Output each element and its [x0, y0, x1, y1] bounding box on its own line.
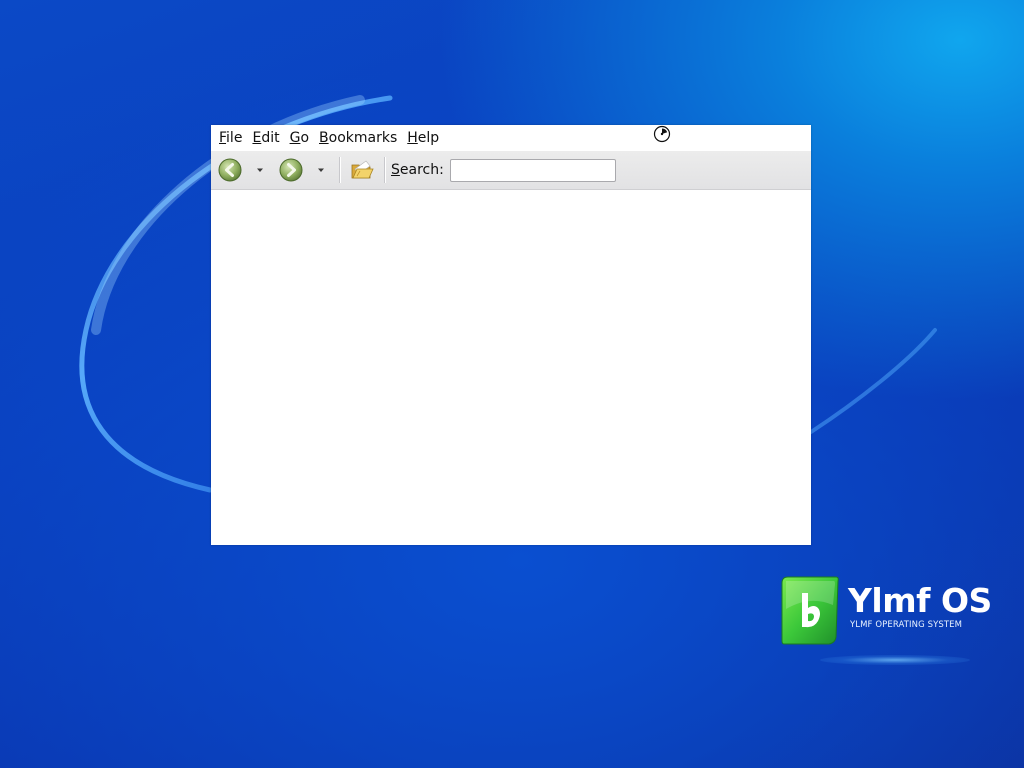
forward-button[interactable]	[279, 158, 303, 182]
back-history-dropdown[interactable]	[254, 158, 266, 182]
search-label: Search:	[391, 162, 444, 178]
forward-history-dropdown[interactable]	[315, 158, 327, 182]
menu-file[interactable]: File	[211, 125, 247, 151]
file-view-area[interactable]	[211, 190, 811, 545]
menu-bar: File Edit Go Bookmarks Help	[211, 125, 811, 151]
chevron-down-icon	[257, 168, 263, 172]
file-manager-window[interactable]: File Edit Go Bookmarks Help Search:	[211, 125, 811, 545]
logo-title: Ylmf OS	[848, 581, 992, 620]
chevron-down-icon	[318, 168, 324, 172]
back-button[interactable]	[218, 158, 242, 182]
logo-glow	[820, 655, 970, 665]
toolbar-separator	[384, 157, 385, 183]
menu-edit[interactable]: Edit	[247, 125, 284, 151]
menu-help[interactable]: Help	[402, 125, 444, 151]
os-logo: Ylmf OS YLMF OPERATING SYSTEM	[780, 575, 992, 670]
menu-bookmarks[interactable]: Bookmarks	[314, 125, 402, 151]
logo-subtitle: YLMF OPERATING SYSTEM	[850, 620, 963, 630]
search-input[interactable]	[449, 158, 616, 182]
open-location-button[interactable]	[349, 157, 375, 183]
desktop: File Edit Go Bookmarks Help Search: Ylmf…	[0, 0, 1024, 768]
folder-icon	[351, 160, 374, 179]
menu-go[interactable]: Go	[285, 125, 314, 151]
forward-arrow-icon	[279, 158, 303, 182]
ylmf-logo-icon	[781, 576, 839, 645]
toolbar-separator	[339, 157, 340, 183]
busy-cursor-icon	[653, 125, 671, 143]
toolbar: Search:	[211, 151, 811, 190]
back-arrow-icon	[218, 158, 242, 182]
